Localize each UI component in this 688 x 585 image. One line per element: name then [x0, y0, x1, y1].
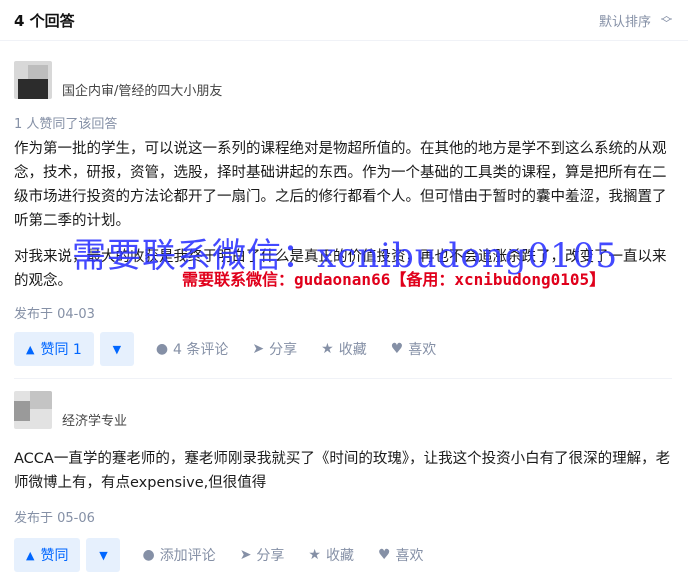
- vote-up-icon: ▲: [26, 548, 35, 562]
- share-icon: ➤: [239, 547, 252, 563]
- like-label: 喜欢: [408, 342, 437, 358]
- vote-count-text: 1 人赞同了该回答: [14, 117, 118, 132]
- comment-button[interactable]: ● 4 条评论: [156, 339, 229, 359]
- comment-button[interactable]: ● 添加评论: [142, 545, 215, 565]
- comment-label: 4 条评论: [173, 342, 229, 358]
- share-icon: ➤: [252, 341, 265, 357]
- favorite-label: 收藏: [338, 342, 367, 358]
- sort-dropdown[interactable]: 默认排序 ︿ ﹀: [598, 9, 672, 30]
- share-button[interactable]: ➤ 分享: [240, 545, 285, 565]
- answer-paragraph: 对我来说，最大的收获是我终于明白了什么是真正的价值投资，再也不会追涨杀跌了，改变…: [14, 249, 667, 289]
- heart-icon: ♥: [390, 341, 404, 357]
- sort-chevron-icon: ︿ ﹀: [661, 9, 672, 30]
- like-label: 喜欢: [395, 548, 424, 564]
- answer-item: 经济学专业 ACCA一直学的蹇老师的，蹇老师刚录我就买了《时间的玫瑰》，让我这个…: [0, 379, 688, 584]
- vote-down-button[interactable]: ▼: [99, 332, 134, 366]
- vote-up-button[interactable]: ▲ 赞同 1: [14, 332, 94, 366]
- favorite-button[interactable]: ★ 收藏: [321, 339, 367, 359]
- answer-item: 国企内审/管经的四大小朋友 1 人赞同了该回答 作为第一批的学生，可以说这一系列…: [0, 41, 688, 378]
- vote-up-label: 赞同: [40, 548, 69, 564]
- vote-down-icon: ▼: [112, 342, 122, 356]
- avatar[interactable]: [14, 61, 52, 99]
- comment-icon: ●: [155, 341, 169, 357]
- action-bar: ▲ 赞同 ▼ ● 添加评论 ➤ 分享 ★ 收藏 ♥ 喜欢: [14, 538, 672, 584]
- author-description: 国企内审/管经的四大小朋友: [62, 84, 223, 99]
- vote-up-button[interactable]: ▲ 赞同: [14, 538, 81, 572]
- answer-content[interactable]: ACCA一直学的蹇老师的，蹇老师刚录我就买了《时间的玫瑰》，让我这个投资小白有了…: [14, 447, 672, 495]
- publish-date[interactable]: 发布于 04-03: [14, 303, 672, 322]
- favorite-label: 收藏: [325, 548, 354, 564]
- answers-header: 4 个回答 默认排序 ︿ ﹀: [0, 0, 688, 41]
- vote-up-icon: ▲: [26, 342, 35, 356]
- like-button[interactable]: ♥ 喜欢: [378, 545, 424, 565]
- vote-up-label: 赞同 1: [40, 342, 82, 358]
- share-button[interactable]: ➤ 分享: [252, 339, 297, 359]
- author-info: 经济学专业: [14, 379, 672, 437]
- vote-down-button[interactable]: ▼: [86, 538, 121, 572]
- comment-icon: ●: [142, 547, 155, 563]
- vote-down-icon: ▼: [99, 548, 108, 562]
- avatar[interactable]: [14, 391, 52, 429]
- sort-label: 默认排序: [598, 14, 651, 30]
- answer-content[interactable]: 作为第一批的学生，可以说这一系列的课程绝对是物超所值的。在其他的地方是学不到这么…: [14, 137, 672, 293]
- comment-label: 添加评论: [159, 548, 216, 564]
- star-icon: ★: [321, 341, 334, 357]
- share-label: 分享: [256, 548, 285, 564]
- author-description: 经济学专业: [62, 414, 128, 429]
- answer-paragraph: ACCA一直学的蹇老师的，蹇老师刚录我就买了《时间的玫瑰》，让我这个投资小白有了…: [14, 451, 671, 491]
- author-info: 国企内审/管经的四大小朋友: [14, 41, 672, 107]
- share-label: 分享: [269, 342, 298, 358]
- like-button[interactable]: ♥ 喜欢: [391, 339, 437, 359]
- heart-icon: ♥: [377, 547, 391, 563]
- favorite-button[interactable]: ★ 收藏: [308, 545, 354, 565]
- answer-paragraph: 作为第一批的学生，可以说这一系列的课程绝对是物超所值的。在其他的地方是学不到这么…: [14, 141, 667, 229]
- action-bar: ▲ 赞同 1 ▼ ● 4 条评论 ➤ 分享 ★ 收藏 ♥ 喜欢: [14, 332, 672, 378]
- publish-date[interactable]: 发布于 05-06: [14, 507, 672, 526]
- answer-count-title: 4 个回答: [14, 11, 75, 30]
- star-icon: ★: [308, 547, 321, 563]
